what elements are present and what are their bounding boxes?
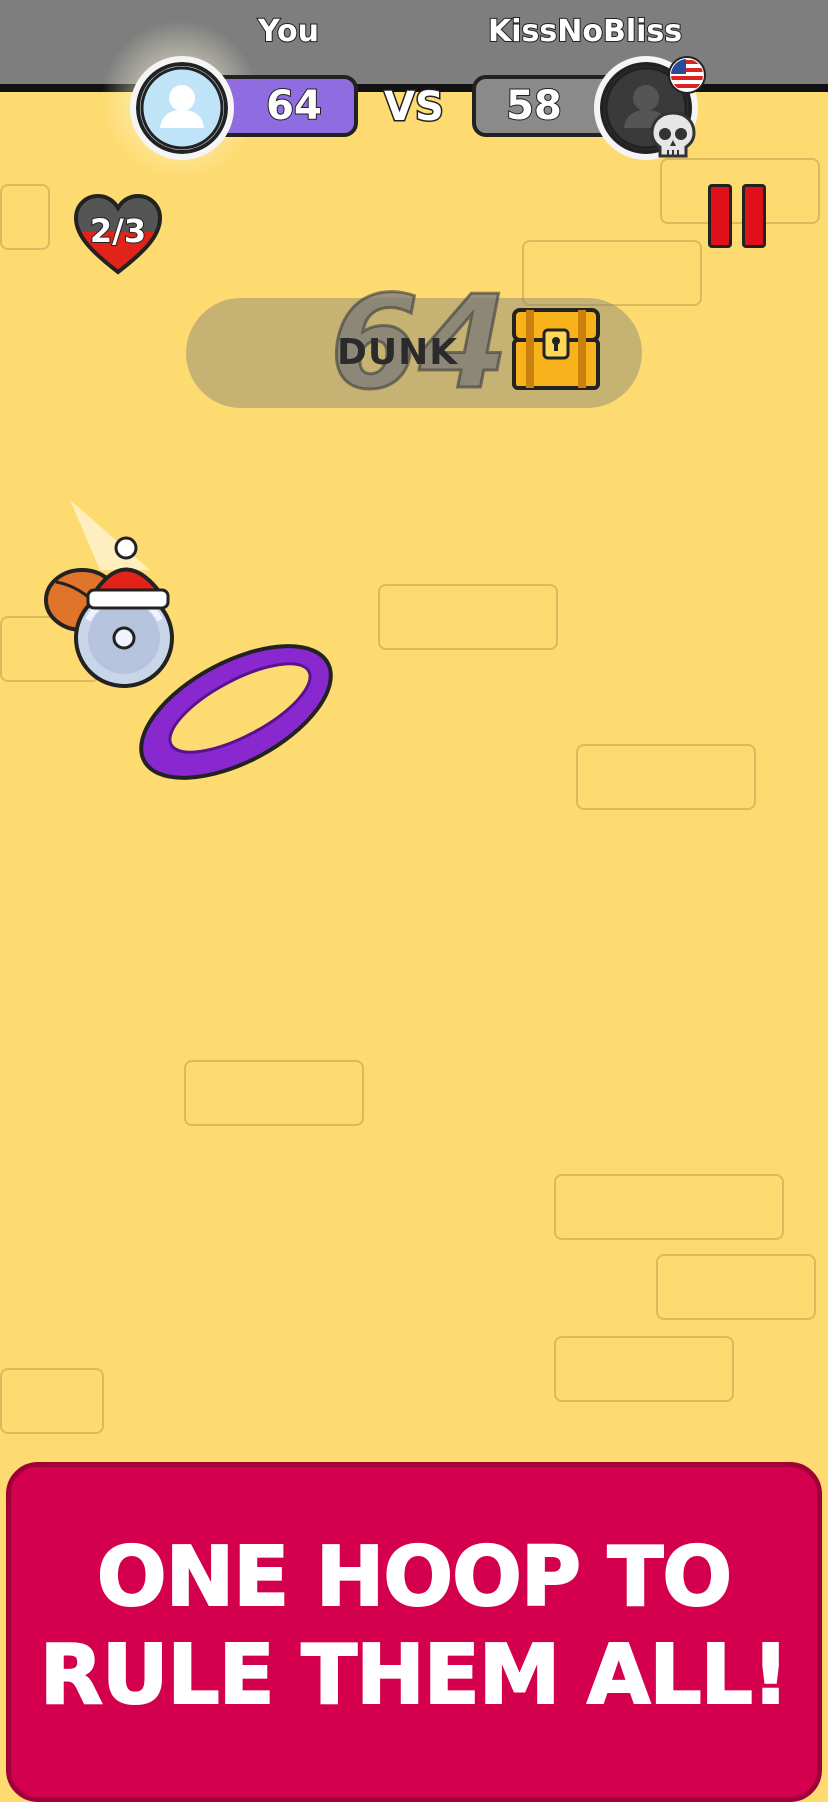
wall-brick [554,1174,784,1240]
player-avatar[interactable] [130,56,234,160]
skull-icon [650,111,696,158]
wall-brick [378,584,558,650]
wall-brick [184,1060,364,1126]
pause-icon [706,184,766,248]
lives-counter: 2/3 [89,211,147,251]
pause-button[interactable] [706,184,766,248]
versus-label: VS [383,83,446,132]
player-score: 64 [265,82,323,130]
promo-headline-line1: ONE HOOP TO [96,1529,733,1626]
wall-brick [0,184,50,250]
us-flag-icon [668,56,706,94]
wall-brick [576,744,756,810]
promo-headline-line2: RULE THEM ALL! [39,1627,791,1724]
opponent-score: 58 [505,82,563,130]
wall-brick [522,240,702,306]
treasure-chest-icon [512,308,600,390]
wall-brick [0,1368,104,1434]
player-name: You [257,13,320,50]
user-silhouette-icon [140,66,224,150]
hoop-ring[interactable] [130,640,350,790]
dunk-label: DUNK [337,332,459,373]
opponent-name: KissNoBliss [487,13,683,50]
wall-brick [554,1336,734,1402]
wall-brick [656,1254,816,1320]
